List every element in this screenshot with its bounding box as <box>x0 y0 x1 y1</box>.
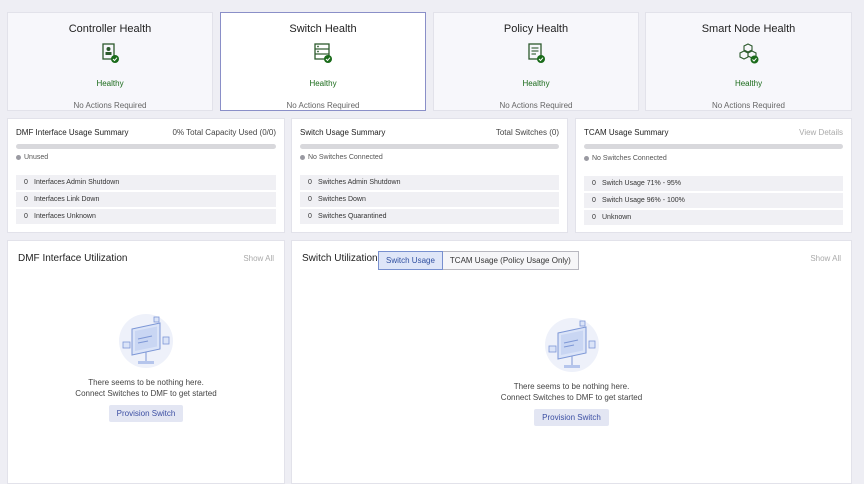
capacity-used: 0% Total Capacity Used (0/0) <box>172 128 276 137</box>
row-count: 0 <box>308 196 312 203</box>
controller-check-icon <box>102 43 119 63</box>
summary-rows: 0 Switches Admin Shutdown 0 Switches Down … <box>300 175 559 226</box>
health-actions: No Actions Required <box>73 101 147 110</box>
empty-state: There seems to be nothing here. Connect … <box>8 309 284 422</box>
legend-no-switches: No Switches Connected <box>584 155 667 162</box>
summary-title: DMF Interface Usage Summary <box>16 128 129 137</box>
row-label: Unknown <box>602 214 632 221</box>
tcam-usage-summary: TCAM Usage Summary View Details No Switc… <box>575 118 852 233</box>
switch-health-card[interactable]: Switch Health Healthy No Actions Require… <box>220 12 426 111</box>
panel-title: Switch Utilization <box>302 253 378 264</box>
summary-row: 0 Interfaces Link Down <box>16 192 276 207</box>
provision-switch-button[interactable]: Provision Switch <box>534 409 609 426</box>
card-title: Switch Health <box>289 23 357 35</box>
row-count: 0 <box>308 213 312 220</box>
empty-line-2: Connect Switches to DMF to get started <box>75 389 217 398</box>
empty-switch-illustration-icon <box>544 318 599 372</box>
tab-tcam-usage[interactable]: TCAM Usage (Policy Usage Only) <box>442 251 579 270</box>
empty-line-2: Connect Switches to DMF to get started <box>500 393 643 402</box>
row-count: 0 <box>24 196 28 203</box>
empty-line-1: There seems to be nothing here. <box>513 382 630 391</box>
total-switches: Total Switches (0) <box>495 128 559 137</box>
empty-line-1: There seems to be nothing here. <box>88 378 204 387</box>
row-label: Switches Admin Shutdown <box>318 179 401 186</box>
health-actions: No Actions Required <box>286 101 360 110</box>
dmf-interface-usage-summary: DMF Interface Usage Summary 0% Total Cap… <box>7 118 285 233</box>
health-status: Healthy <box>522 79 550 88</box>
summary-row: 0 Switches Down <box>300 192 559 207</box>
card-title: Controller Health <box>68 23 152 35</box>
empty-message: There seems to be nothing here. Connect … <box>8 377 284 399</box>
row-count: 0 <box>592 197 596 204</box>
summary-rows: 0 Switch Usage 71% - 95% 0 Switch Usage 96… <box>584 176 843 227</box>
row-label: Switch Usage 71% - 95% <box>602 180 681 187</box>
legend-label: Unused <box>24 154 49 161</box>
empty-message: There seems to be nothing here. Connect … <box>292 381 851 403</box>
card-title: Smart Node Health <box>701 23 796 35</box>
smart-node-check-icon <box>738 43 758 64</box>
summary-row: 0 Interfaces Unknown <box>16 209 276 224</box>
legend-no-switches: No Switches Connected <box>300 154 383 161</box>
card-title: Policy Health <box>503 23 569 35</box>
empty-switch-illustration-icon <box>119 314 173 368</box>
usage-bar <box>300 144 559 149</box>
show-all-link[interactable]: Show All <box>243 254 274 263</box>
health-status: Healthy <box>96 79 124 88</box>
show-all-link[interactable]: Show All <box>810 254 841 263</box>
legend-dot <box>16 155 21 160</box>
health-status: Healthy <box>734 79 763 88</box>
legend-label: No Switches Connected <box>308 154 383 161</box>
summary-row: 0 Switches Admin Shutdown <box>300 175 559 190</box>
usage-bar <box>16 144 276 149</box>
summary-row: 0 Interfaces Admin Shutdown <box>16 175 276 190</box>
switch-usage-summary: Switch Usage Summary Total Switches (0) … <box>291 118 568 233</box>
provision-switch-button[interactable]: Provision Switch <box>108 405 184 422</box>
view-details-link[interactable]: View Details <box>799 128 843 137</box>
summary-row: 0 Unknown <box>584 210 843 225</box>
panel-title: DMF Interface Utilization <box>18 253 128 264</box>
row-label: Interfaces Link Down <box>34 196 100 203</box>
row-label: Switch Usage 96% - 100% <box>602 197 685 204</box>
smart-node-health-card[interactable]: Smart Node Health Healthy No Actions Req… <box>645 12 852 111</box>
usage-bar <box>584 144 843 149</box>
row-count: 0 <box>308 179 312 186</box>
legend-dot <box>300 155 305 160</box>
row-label: Switches Quarantined <box>318 213 387 220</box>
policy-check-icon <box>528 43 545 63</box>
tab-switch-usage[interactable]: Switch Usage <box>378 251 443 270</box>
row-count: 0 <box>24 179 28 186</box>
switch-utilization-panel: Switch Utilization Switch Usage TCAM Usa… <box>291 240 852 484</box>
health-actions: No Actions Required <box>499 101 573 110</box>
row-count: 0 <box>24 213 28 220</box>
controller-health-card[interactable]: Controller Health Healthy No Actions Req… <box>7 12 213 111</box>
health-actions: No Actions Required <box>712 101 785 110</box>
summary-title: TCAM Usage Summary <box>584 128 669 137</box>
row-label: Interfaces Admin Shutdown <box>34 179 120 186</box>
policy-health-card[interactable]: Policy Health Healthy No Actions Require… <box>433 12 639 111</box>
legend-label: No Switches Connected <box>592 155 667 162</box>
row-count: 0 <box>592 214 596 221</box>
row-label: Interfaces Unknown <box>34 213 96 220</box>
usage-toggle: Switch Usage TCAM Usage (Policy Usage On… <box>378 251 579 270</box>
row-count: 0 <box>592 180 596 187</box>
legend-unused: Unused <box>16 154 48 161</box>
empty-state: There seems to be nothing here. Connect … <box>292 313 851 426</box>
dmf-interface-utilization-panel: DMF Interface Utilization Show All There… <box>7 240 285 484</box>
legend-dot <box>584 156 589 161</box>
summary-row: 0 Switches Quarantined <box>300 209 559 224</box>
summary-row: 0 Switch Usage 96% - 100% <box>584 193 843 208</box>
health-status: Healthy <box>309 79 337 88</box>
summary-title: Switch Usage Summary <box>300 128 386 137</box>
summary-row: 0 Switch Usage 71% - 95% <box>584 176 843 191</box>
switch-check-icon <box>314 43 332 63</box>
summary-rows: 0 Interfaces Admin Shutdown 0 Interfaces L… <box>16 175 276 226</box>
row-label: Switches Down <box>318 196 366 203</box>
